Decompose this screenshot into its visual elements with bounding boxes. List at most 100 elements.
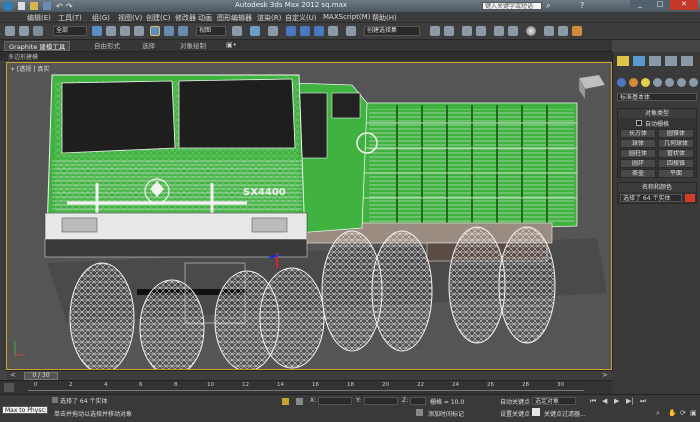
material-editor-icon[interactable]	[526, 26, 536, 36]
absolute-mode-icon[interactable]	[296, 398, 303, 405]
key-filters-button[interactable]: 关键点过滤器...	[544, 409, 586, 418]
menu-edit[interactable]: 编辑(E)	[27, 13, 51, 23]
help-icon[interactable]: ?	[580, 1, 584, 10]
maxscript-listener[interactable]: Max to Physc:	[2, 406, 48, 414]
graphite-toggle-icon[interactable]	[476, 26, 486, 36]
select-rotate-icon[interactable]	[164, 26, 174, 36]
key-mode-dropdown[interactable]: 选定对象	[532, 397, 576, 405]
search-icon[interactable]: ⌕	[546, 1, 550, 11]
orbit-icon[interactable]: ⟳	[680, 409, 686, 417]
render-setup-icon[interactable]	[544, 26, 554, 36]
minimize-button[interactable]: _	[630, 0, 650, 10]
time-slider-handle[interactable]: 0 / 30	[24, 372, 58, 380]
torus-button[interactable]: 圆环	[620, 159, 656, 168]
plane-button[interactable]: 平面	[658, 169, 694, 178]
tab-graphite-modeling[interactable]: Graphite 建模工具	[4, 41, 71, 51]
angle-snap-icon[interactable]	[300, 26, 310, 36]
window-crossing-icon[interactable]	[134, 26, 144, 36]
quick-open-icon[interactable]	[30, 2, 38, 10]
unlink-icon[interactable]	[19, 26, 29, 36]
layer-manager-icon[interactable]	[462, 26, 472, 36]
shapes-icon[interactable]	[629, 78, 638, 87]
tab-object-paint[interactable]: 对象绘制	[176, 41, 210, 51]
time-slider[interactable]: 0 / 30 < >	[6, 370, 612, 380]
object-color-swatch[interactable]	[685, 194, 695, 202]
geosphere-button[interactable]: 几何球体	[658, 139, 694, 148]
ribbon-options-icon[interactable]: ▣•	[226, 41, 237, 49]
menu-views[interactable]: 视图(V)	[118, 13, 142, 23]
z-coordinate-field[interactable]	[410, 397, 426, 405]
menu-help[interactable]: 帮助(H)	[372, 13, 397, 23]
box-button[interactable]: 长方体	[620, 129, 656, 138]
curve-editor-icon[interactable]	[494, 26, 504, 36]
menu-group[interactable]: 组(G)	[92, 13, 110, 23]
helpers-icon[interactable]	[665, 78, 674, 87]
object-name-field[interactable]: 选择了 64 个实体	[620, 194, 682, 202]
manipulate-icon[interactable]	[250, 26, 260, 36]
play-icon[interactable]: ▶	[614, 397, 619, 405]
primitive-type-dropdown[interactable]: 标准基本体	[617, 93, 697, 101]
next-frame-icon[interactable]: ▶|	[626, 397, 634, 405]
teapot-button[interactable]: 茶壶	[620, 169, 656, 178]
systems-icon[interactable]	[689, 78, 698, 87]
search-input[interactable]: 键入关键字或短语	[482, 2, 542, 10]
zoom-icon[interactable]: ⌕	[656, 409, 660, 418]
schematic-view-icon[interactable]	[508, 26, 518, 36]
bind-space-warp-icon[interactable]	[33, 26, 43, 36]
quick-save-icon[interactable]	[43, 2, 51, 10]
menu-rendering[interactable]: 渲染(R)	[257, 13, 281, 23]
cylinder-button[interactable]: 圆柱体	[620, 149, 656, 158]
maximize-viewport-icon[interactable]: ▣	[690, 409, 697, 417]
tab-freeform[interactable]: 自由形式	[90, 41, 124, 51]
app-icon[interactable]	[3, 1, 13, 11]
menu-maxscript[interactable]: MAXScript(M)	[323, 13, 370, 21]
y-coordinate-field[interactable]	[364, 397, 398, 405]
motion-tab-icon[interactable]	[665, 56, 677, 66]
spinner-snap-icon[interactable]	[328, 26, 338, 36]
selection-filter-dropdown[interactable]: 全部	[53, 26, 87, 36]
hierarchy-tab-icon[interactable]	[649, 56, 661, 66]
menu-animation[interactable]: 动画	[198, 13, 212, 23]
name-color-title[interactable]: 名称和颜色	[618, 183, 696, 192]
menu-create[interactable]: 创建(C)	[146, 13, 170, 23]
ribbon-sub-label[interactable]: 多边形建模	[8, 52, 38, 61]
pyramid-button[interactable]: 四棱锥	[658, 159, 694, 168]
set-key-label[interactable]: 设置关键点	[500, 409, 530, 418]
x-coordinate-field[interactable]	[318, 397, 352, 405]
reference-coord-dropdown[interactable]: 视图	[196, 26, 226, 36]
pan-icon[interactable]: ✋	[668, 409, 677, 417]
select-scale-icon[interactable]	[178, 26, 188, 36]
named-selection-dropdown[interactable]: 创建选择集	[364, 26, 420, 36]
menu-modifiers[interactable]: 修改器	[175, 13, 196, 23]
cone-button[interactable]: 圆锥体	[658, 129, 694, 138]
pivot-center-icon[interactable]	[232, 26, 242, 36]
percent-snap-icon[interactable]	[314, 26, 324, 36]
keyboard-shortcut-icon[interactable]	[268, 26, 278, 36]
viewport-label[interactable]: + [透视 ] 真实	[10, 64, 49, 73]
display-tab-icon[interactable]	[681, 56, 693, 66]
perspective-viewport[interactable]: SX4400 + [透视 ] 真实	[6, 62, 612, 370]
select-move-icon[interactable]	[150, 26, 160, 36]
time-next-icon[interactable]: >	[602, 371, 608, 379]
prev-frame-icon[interactable]: ◀	[602, 397, 607, 405]
time-tag-icon[interactable]	[416, 409, 423, 416]
tube-button[interactable]: 管状体	[658, 149, 694, 158]
cameras-icon[interactable]	[653, 78, 662, 87]
menu-customize[interactable]: 自定义(U)	[285, 13, 317, 23]
trackbar-menu-icon[interactable]	[4, 383, 14, 392]
modify-tab-icon[interactable]	[633, 56, 645, 66]
go-to-start-icon[interactable]: ⏮	[590, 397, 596, 406]
close-button[interactable]: ✕	[670, 0, 698, 10]
menu-graph-editors[interactable]: 图形编辑器	[217, 13, 252, 23]
lock-selection-icon[interactable]	[282, 398, 289, 405]
set-key-button[interactable]	[532, 408, 540, 416]
menu-tools[interactable]: 工具(T)	[58, 13, 82, 23]
sphere-button[interactable]: 球体	[620, 139, 656, 148]
align-icon[interactable]	[444, 26, 454, 36]
snap-toggle-icon[interactable]	[286, 26, 296, 36]
tab-selection[interactable]: 选择	[138, 41, 159, 51]
select-by-name-icon[interactable]	[106, 26, 116, 36]
add-time-tag-button[interactable]: 添加时间标记	[428, 409, 464, 418]
select-object-icon[interactable]	[92, 26, 102, 36]
create-tab-icon[interactable]	[617, 56, 629, 66]
